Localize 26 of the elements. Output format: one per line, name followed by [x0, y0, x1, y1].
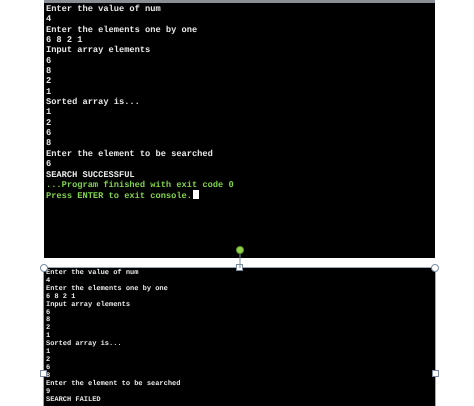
- console-line: 6: [46, 159, 52, 170]
- console-line: 1: [46, 86, 52, 98]
- resize-handle[interactable]: [432, 370, 439, 377]
- console-line: 6: [46, 128, 52, 138]
- console-line: 8: [46, 138, 52, 149]
- console-line: Enter the value of num: [46, 4, 161, 14]
- console-screenshot[interactable]: [44, 0, 435, 258]
- console-line: Input array elements: [46, 45, 150, 56]
- console-line: Enter the element to be searched: [46, 148, 213, 160]
- console-line: Sorted array is...: [46, 97, 140, 108]
- console-line: 2: [46, 76, 52, 87]
- console-line: ...Program finished with exit code 0: [46, 180, 234, 190]
- console-line: 6: [46, 56, 52, 66]
- console-line: 1: [46, 107, 52, 118]
- rotate-handle[interactable]: [236, 246, 244, 268]
- console-line: 2: [46, 118, 52, 128]
- resize-handle[interactable]: [40, 264, 48, 272]
- console-line: Enter the elements one by one: [46, 24, 198, 36]
- resize-handle[interactable]: [236, 264, 243, 271]
- console-line: 6 8 2 1: [46, 35, 82, 46]
- console-line: SEARCH SUCCESSFUL: [46, 170, 135, 180]
- resize-handle[interactable]: [40, 370, 47, 377]
- console-line: 8: [46, 66, 52, 76]
- console-line: 4: [46, 14, 52, 25]
- console-line: Press ENTER to exit console.: [46, 191, 192, 202]
- resize-handle[interactable]: [431, 264, 439, 272]
